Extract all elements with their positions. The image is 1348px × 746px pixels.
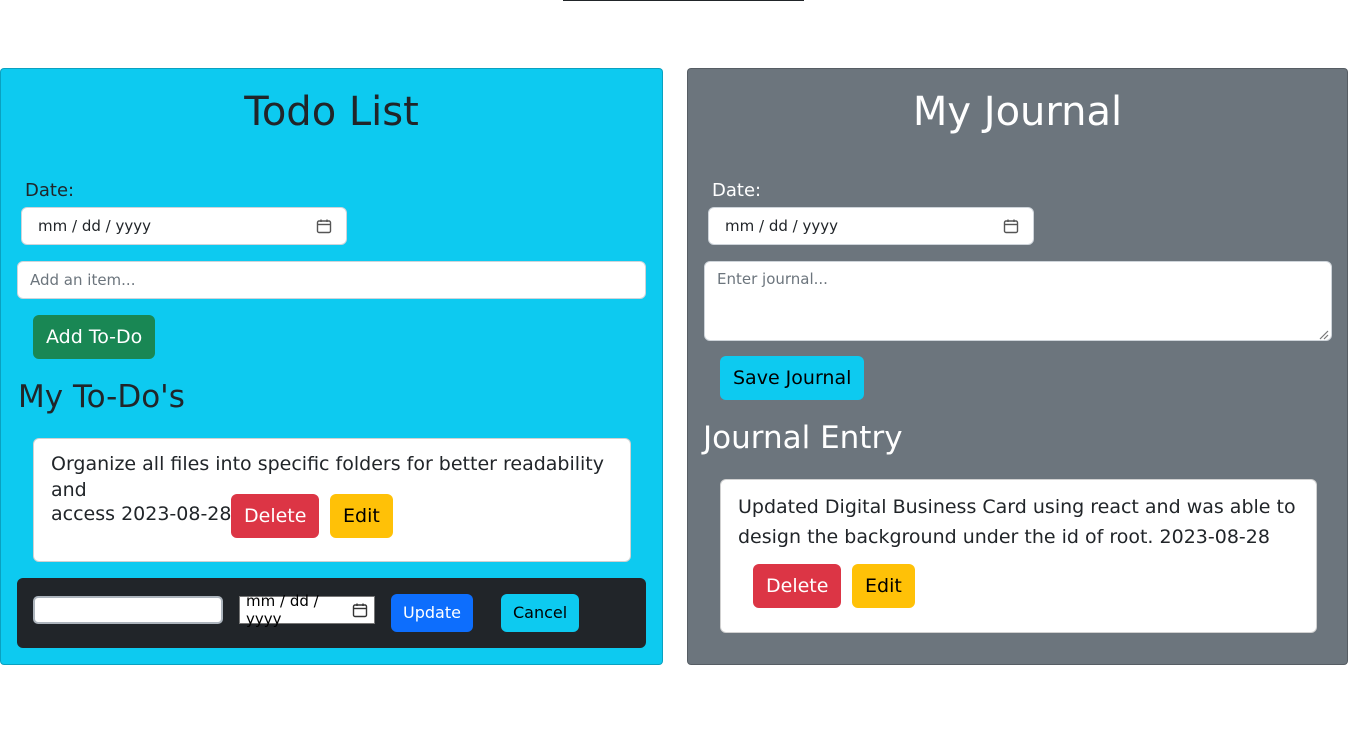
todo-update-button[interactable]: Update <box>391 594 473 632</box>
journal-date-input[interactable]: mm / dd / yyyy <box>708 207 1034 245</box>
journal-entry-placeholder: Enter journal... <box>717 270 828 288</box>
journal-entry-textarea[interactable]: Enter journal... <box>704 261 1332 341</box>
todo-edit-bar: mm / dd / yyyy Update Cancel <box>17 578 646 648</box>
journal-delete-button[interactable]: Delete <box>753 564 842 608</box>
todo-delete-button[interactable]: Delete <box>231 494 320 538</box>
todo-item-text-line2: access 2023-08-28 <box>51 503 232 525</box>
journal-entry-heading: Journal Entry <box>703 420 903 456</box>
todo-edit-date-input[interactable]: mm / dd / yyyy <box>239 592 375 628</box>
journal-date-placeholder: mm / dd / yyyy <box>725 217 838 235</box>
todo-date-input[interactable]: mm / dd / yyyy <box>21 207 347 245</box>
calendar-icon[interactable] <box>1003 218 1019 234</box>
todo-edit-date-placeholder: mm / dd / yyyy <box>246 592 319 628</box>
todo-panel: Todo List Date: mm / dd / yyyy Add an it… <box>0 68 663 665</box>
todo-item-card: Organize all files into specific folders… <box>33 438 631 562</box>
journal-entry-card: Updated Digital Business Card using reac… <box>720 479 1317 633</box>
save-journal-button[interactable]: Save Journal <box>720 356 865 400</box>
top-divider <box>563 0 804 1</box>
todo-edit-button[interactable]: Edit <box>330 494 393 538</box>
journal-panel: My Journal Date: mm / dd / yyyy Enter jo… <box>687 68 1348 665</box>
todo-title: Todo List <box>244 89 419 135</box>
resize-grip-icon[interactable] <box>1317 326 1329 340</box>
journal-entry-text-line1: Updated Digital Business Card using reac… <box>738 496 1296 518</box>
journal-title: My Journal <box>912 89 1123 135</box>
journal-date-label: Date: <box>712 180 762 201</box>
todo-item-input[interactable]: Add an item... <box>17 261 646 299</box>
todo-date-placeholder: mm / dd / yyyy <box>38 217 151 235</box>
calendar-icon[interactable] <box>352 602 368 618</box>
todo-date-label: Date: <box>25 180 75 201</box>
todo-list-heading: My To-Do's <box>18 379 185 415</box>
todo-cancel-button[interactable]: Cancel <box>501 594 580 632</box>
journal-entry-text-line2: design the background under the id of ro… <box>738 526 1270 548</box>
add-todo-button[interactable]: Add To-Do <box>33 315 156 359</box>
calendar-icon[interactable] <box>316 218 332 234</box>
todo-edit-text-input[interactable] <box>33 596 223 624</box>
journal-edit-button[interactable]: Edit <box>852 564 915 608</box>
